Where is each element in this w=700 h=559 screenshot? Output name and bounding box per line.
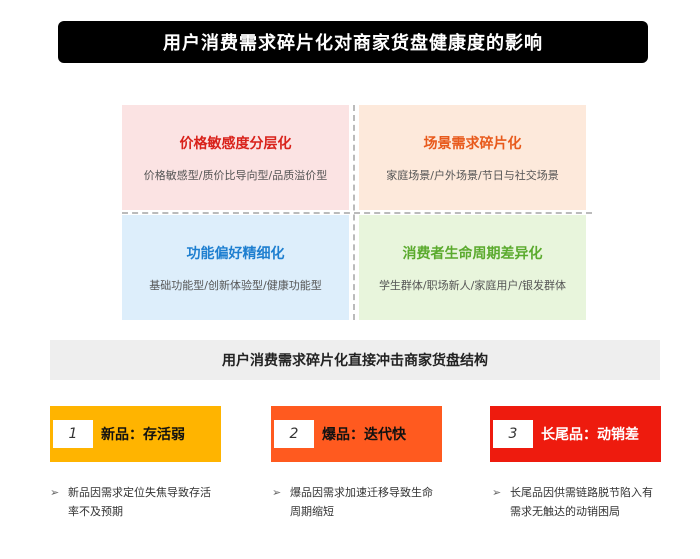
arrow-icon: ➢ xyxy=(492,486,502,499)
impact-label: 长尾品：动销差 xyxy=(541,427,639,443)
quadrant-lifecycle: 消费者生命周期差异化 学生群体/职场新人/家庭用户/银发群体 xyxy=(359,215,586,320)
impact-description-text: 新品因需求定位失焦导致存活率不及预期 xyxy=(68,486,211,518)
title-bar: 用户消费需求碎片化对商家货盘健康度的影响 xyxy=(58,21,648,63)
quadrant-title: 价格敏感度分层化 xyxy=(179,135,292,152)
impact-box-new-product: 1 新品：存活弱 xyxy=(50,406,221,462)
impact-label: 新品：存活弱 xyxy=(101,427,185,443)
horizontal-divider xyxy=(122,212,592,214)
quadrant-grid: 价格敏感度分层化 价格敏感型/质价比导向型/品质溢价型 场景需求碎片化 家庭场景… xyxy=(122,105,592,320)
impact-description: ➢ 新品因需求定位失焦导致存活率不及预期 xyxy=(50,483,220,521)
impact-description-text: 爆品因需求加速迁移导致生命周期缩短 xyxy=(290,486,433,518)
quadrant-scenario-demand: 场景需求碎片化 家庭场景/户外场景/节日与社交场景 xyxy=(359,105,586,210)
impact-number: 2 xyxy=(274,420,314,448)
page-title: 用户消费需求碎片化对商家货盘健康度的影响 xyxy=(163,33,543,54)
quadrant-title: 场景需求碎片化 xyxy=(423,135,522,152)
impact-box-hot-product: 2 爆品：迭代快 xyxy=(271,406,442,462)
quadrant-price-sensitivity: 价格敏感度分层化 价格敏感型/质价比导向型/品质溢价型 xyxy=(122,105,349,210)
impact-label: 爆品：迭代快 xyxy=(322,427,406,443)
quadrant-subtitle: 家庭场景/户外场景/节日与社交场景 xyxy=(386,168,559,182)
impact-bar-text: 用户消费需求碎片化直接冲击商家货盘结构 xyxy=(222,353,488,369)
impact-number: 1 xyxy=(53,420,93,448)
quadrant-subtitle: 学生群体/职场新人/家庭用户/银发群体 xyxy=(378,278,567,292)
impact-bar: 用户消费需求碎片化直接冲击商家货盘结构 xyxy=(50,340,660,380)
impact-description-text: 长尾品因供需链路脱节陷入有需求无触达的动销困局 xyxy=(510,486,653,518)
impact-description: ➢ 长尾品因供需链路脱节陷入有需求无触达的动销困局 xyxy=(492,483,662,521)
quadrant-title: 消费者生命周期差异化 xyxy=(402,245,543,262)
quadrant-subtitle: 价格敏感型/质价比导向型/品质溢价型 xyxy=(143,168,328,182)
impact-number: 3 xyxy=(493,420,533,448)
impact-box-long-tail: 3 长尾品：动销差 xyxy=(490,406,661,462)
arrow-icon: ➢ xyxy=(50,486,60,499)
quadrant-function-preference: 功能偏好精细化 基础功能型/创新体验型/健康功能型 xyxy=(122,215,349,320)
arrow-icon: ➢ xyxy=(272,486,282,499)
quadrant-title: 功能偏好精细化 xyxy=(186,245,285,262)
impact-description: ➢ 爆品因需求加速迁移导致生命周期缩短 xyxy=(272,483,442,521)
quadrant-subtitle: 基础功能型/创新体验型/健康功能型 xyxy=(149,278,322,292)
